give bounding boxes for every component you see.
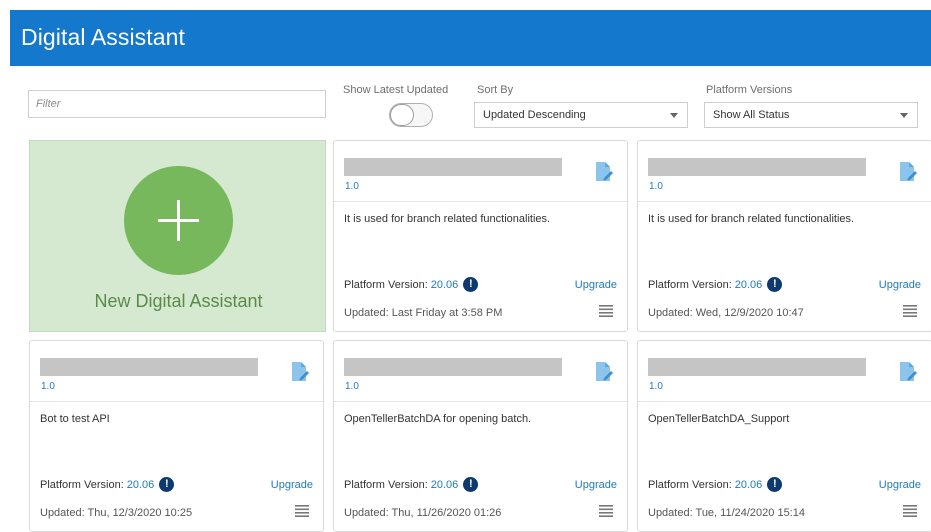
platform-version-label: Platform Version: — [344, 278, 428, 291]
assistant-name-redacted — [40, 358, 258, 376]
assistant-card[interactable]: 1.0 It is used for branch related functi… — [333, 140, 628, 332]
platform-version: Platform Version: 20.06 ! — [648, 277, 783, 292]
document-edit-icon[interactable] — [594, 361, 614, 383]
updated-timestamp: Updated: Wed, 12/9/2020 10:47 — [648, 307, 804, 319]
exclamation-icon: ! — [463, 277, 479, 292]
platform-version-label: Platform Version: — [648, 278, 732, 291]
upgrade-link[interactable]: Upgrade — [271, 479, 313, 491]
exclamation-icon: ! — [463, 477, 479, 492]
toggle-knob — [390, 104, 414, 126]
show-latest-label: Show Latest Updated — [343, 84, 449, 96]
menu-lines-icon[interactable] — [903, 505, 917, 517]
assistant-version: 1.0 — [649, 181, 663, 192]
assistant-name-redacted — [344, 358, 562, 376]
plus-icon — [124, 166, 233, 275]
platform-version-label: Platform Version: — [648, 478, 732, 491]
platform-version-value: 20.06 — [734, 478, 763, 491]
assistant-card[interactable]: 1.0 OpenTellerBatchDA_Support Platform V… — [637, 340, 931, 532]
assistant-version: 1.0 — [41, 381, 55, 392]
assistant-version: 1.0 — [345, 181, 359, 192]
assistant-card[interactable]: 1.0 OpenTellerBatchDA for opening batch.… — [333, 340, 628, 532]
menu-lines-icon[interactable] — [903, 305, 917, 317]
platform-version: Platform Version: 20.06 ! — [344, 277, 479, 292]
page-title: Digital Assistant — [21, 24, 186, 50]
assistant-card[interactable]: 1.0 Bot to test API Platform Version: 20… — [29, 340, 324, 532]
platform-version-value: 20.06 — [430, 478, 459, 491]
document-edit-icon[interactable] — [898, 361, 918, 383]
platform-version-label: Platform Version: — [344, 478, 428, 491]
upgrade-link[interactable]: Upgrade — [879, 479, 921, 491]
menu-lines-icon[interactable] — [599, 305, 613, 317]
platform-version-value: 20.06 — [126, 478, 155, 491]
document-edit-icon[interactable] — [594, 161, 614, 183]
assistant-name-redacted — [344, 158, 562, 176]
document-edit-icon[interactable] — [290, 361, 310, 383]
show-latest-toggle[interactable] — [389, 103, 433, 127]
updated-timestamp: Updated: Thu, 11/26/2020 01:26 — [344, 507, 502, 519]
sort-by-value: Updated Descending — [483, 109, 586, 121]
assistant-description: It is used for branch related functional… — [648, 213, 855, 225]
platform-version-value: 20.06 — [430, 278, 459, 291]
card-divider — [638, 201, 931, 202]
assistant-description: Bot to test API — [40, 413, 110, 425]
new-digital-assistant-label: New Digital Assistant — [94, 291, 263, 311]
menu-lines-icon[interactable] — [295, 505, 309, 517]
card-divider — [638, 401, 931, 402]
chevron-down-icon — [670, 113, 678, 118]
upgrade-link[interactable]: Upgrade — [575, 279, 617, 291]
assistant-name-redacted — [648, 358, 866, 376]
platform-versions-select[interactable]: Show All Status — [704, 102, 918, 128]
updated-timestamp: Updated: Tue, 11/24/2020 15:14 — [648, 507, 805, 519]
card-divider — [334, 201, 627, 202]
assistant-card[interactable]: 1.0 It is used for branch related functi… — [637, 140, 931, 332]
assistant-description: OpenTellerBatchDA_Support — [648, 413, 790, 425]
platform-version-label: Platform Version: — [40, 478, 124, 491]
platform-version: Platform Version: 20.06 ! — [40, 477, 175, 492]
platform-version: Platform Version: 20.06 ! — [344, 477, 479, 492]
assistant-version: 1.0 — [649, 381, 663, 392]
platform-versions-label: Platform Versions — [706, 84, 793, 96]
platform-version: Platform Version: 20.06 ! — [648, 477, 783, 492]
new-digital-assistant-card[interactable]: New Digital Assistant — [29, 140, 326, 332]
filter-input[interactable] — [28, 90, 326, 118]
assistant-version: 1.0 — [345, 381, 359, 392]
updated-timestamp: Updated: Last Friday at 3:58 PM — [344, 307, 503, 319]
upgrade-link[interactable]: Upgrade — [879, 279, 921, 291]
upgrade-link[interactable]: Upgrade — [575, 479, 617, 491]
document-edit-icon[interactable] — [898, 161, 918, 183]
sort-by-select[interactable]: Updated Descending — [474, 102, 688, 128]
assistant-name-redacted — [648, 158, 866, 176]
exclamation-icon: ! — [767, 277, 783, 292]
platform-versions-value: Show All Status — [713, 109, 790, 121]
card-divider — [334, 401, 627, 402]
updated-timestamp: Updated: Thu, 12/3/2020 10:25 — [40, 507, 193, 519]
menu-lines-icon[interactable] — [599, 505, 613, 517]
app-header: Digital Assistant — [10, 10, 931, 66]
sort-by-label: Sort By — [477, 84, 514, 96]
chevron-down-icon — [900, 113, 908, 118]
exclamation-icon: ! — [767, 477, 783, 492]
assistant-description: OpenTellerBatchDA for opening batch. — [344, 413, 532, 425]
exclamation-icon: ! — [159, 477, 175, 492]
platform-version-value: 20.06 — [734, 278, 763, 291]
card-divider — [30, 401, 323, 402]
assistant-description: It is used for branch related functional… — [344, 213, 551, 225]
